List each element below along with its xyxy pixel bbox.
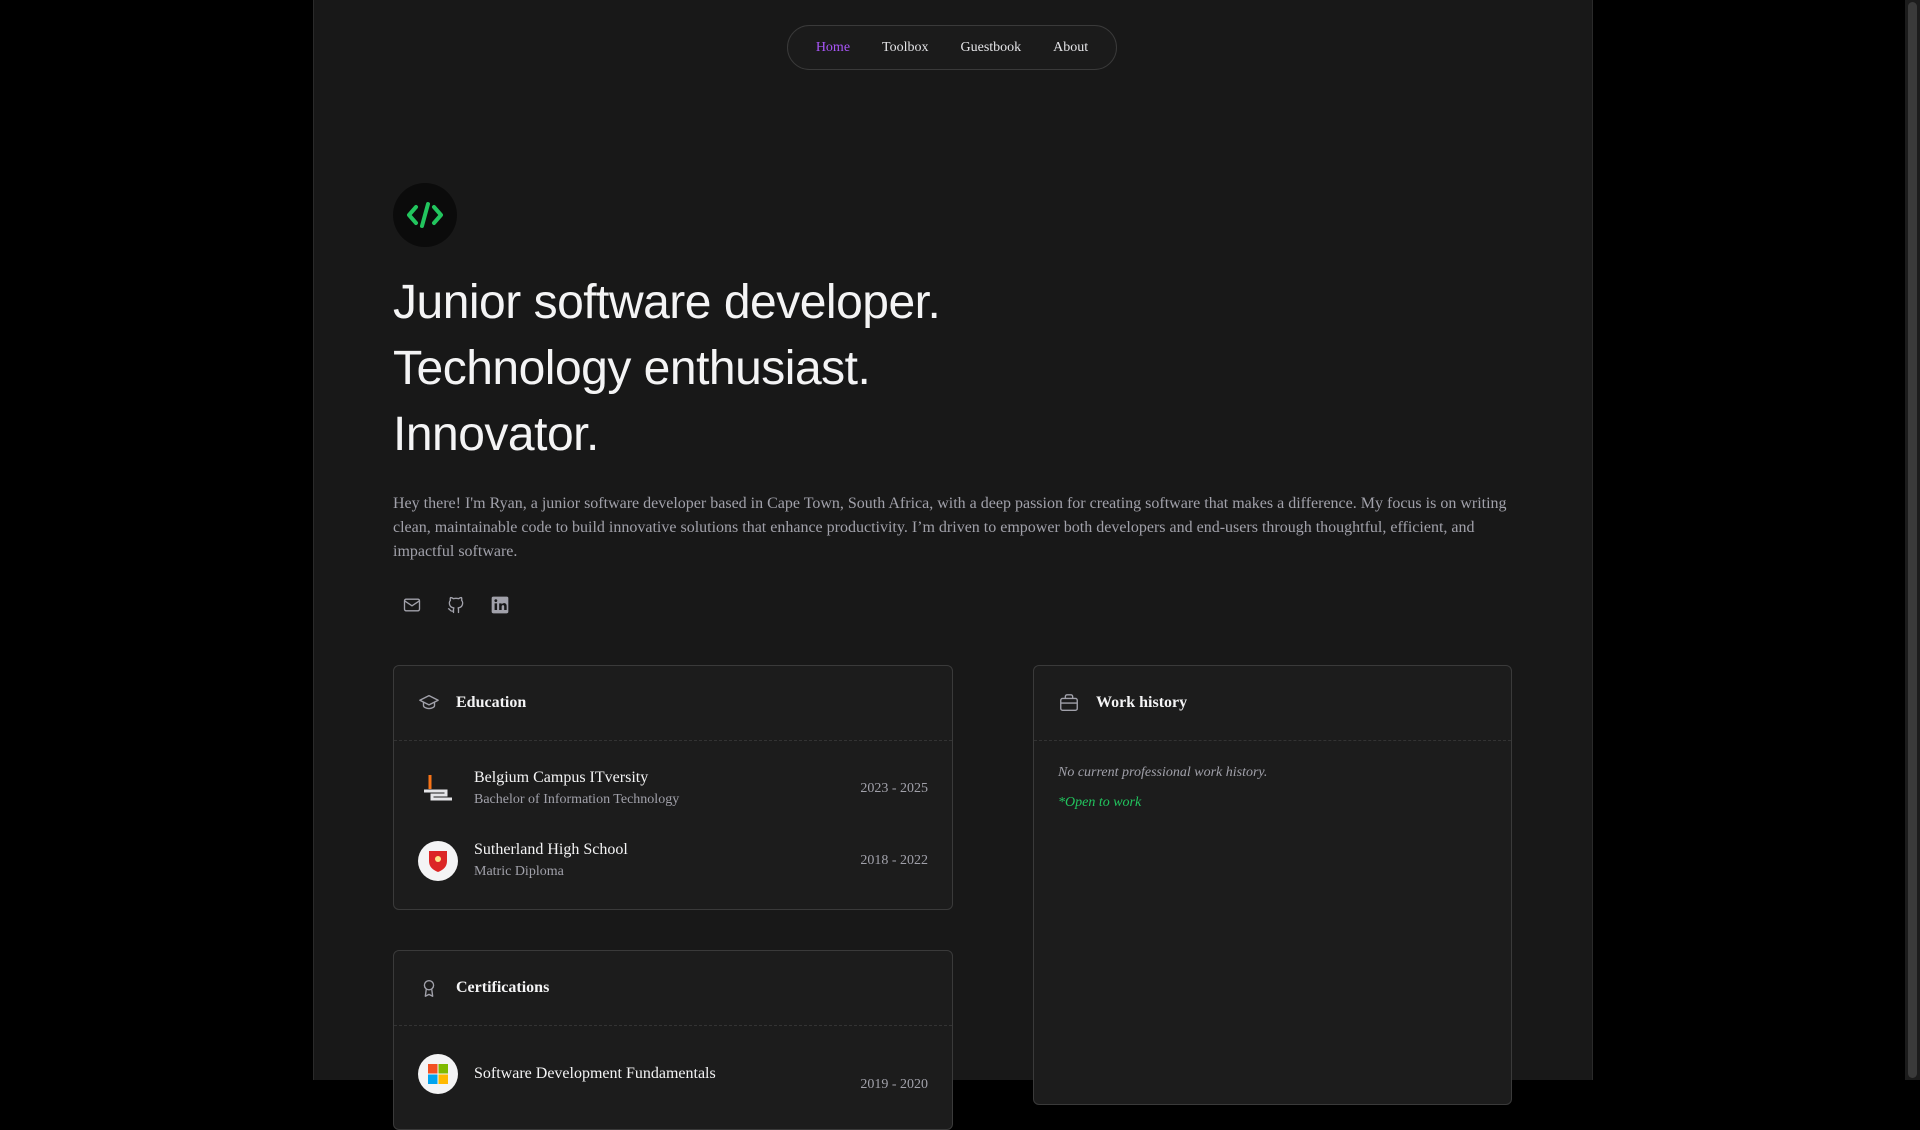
education-header: Education (394, 666, 952, 741)
certifications-title: Certifications (456, 979, 550, 996)
belgium-campus-logo (418, 769, 458, 809)
graduation-cap-icon (419, 694, 439, 710)
open-to-work-text: *Open to work (1058, 795, 1142, 810)
certification-item: Software Development Fundamentals 2019 -… (418, 1049, 928, 1099)
certifications-header: Certifications (394, 951, 952, 1026)
nav-item-about[interactable]: About (1037, 40, 1104, 56)
education-title: Education (456, 694, 527, 711)
scrollbar-thumb[interactable] (1908, 2, 1917, 1078)
date-range: 2018 - 2022 (860, 853, 928, 868)
education-item: Sutherland High School Matric Diploma 20… (418, 836, 928, 886)
nav-item-toolbox[interactable]: Toolbox (866, 40, 944, 56)
school-name: Belgium Campus ITversity (474, 769, 649, 786)
github-icon[interactable] (446, 595, 466, 615)
award-icon (423, 979, 435, 997)
education-card: Education Belgium Campus ITversity Bache… (393, 665, 953, 910)
school-name: Sutherland High School (474, 841, 628, 858)
nav-item-guestbook[interactable]: Guestbook (945, 40, 1038, 56)
date-range: 2019 - 2020 (860, 1077, 928, 1092)
briefcase-icon (1060, 694, 1078, 712)
work-history-card: Work history No current professional wor… (1033, 665, 1512, 1105)
headline-line: Technology enthusiast. (393, 342, 871, 395)
intro-paragraph: Hey there! I'm Ryan, a junior software d… (393, 495, 1507, 560)
hero-headline: Junior software developer. Technology en… (393, 270, 1293, 468)
sutherland-crest-logo (418, 841, 458, 881)
certifications-card: Certifications Software Development Fund… (393, 950, 953, 1130)
date-range: 2023 - 2025 (860, 781, 928, 796)
top-nav: Home Toolbox Guestbook About (787, 25, 1117, 70)
degree: Bachelor of Information Technology (474, 792, 680, 807)
headline-line: Junior software developer. (393, 276, 941, 329)
work-history-header: Work history (1034, 666, 1511, 741)
degree: Matric Diploma (474, 864, 564, 879)
headline-line: Innovator. (393, 408, 599, 461)
no-work-history-text: No current professional work history. (1058, 765, 1268, 780)
microsoft-logo (418, 1054, 458, 1094)
scrollbar[interactable] (1905, 0, 1920, 1080)
nav-item-home[interactable]: Home (800, 40, 866, 56)
education-item: Belgium Campus ITversity Bachelor of Inf… (418, 764, 928, 814)
certification-name: Software Development Fundamentals (474, 1065, 716, 1082)
mail-icon[interactable] (402, 595, 422, 615)
work-history-title: Work history (1096, 694, 1188, 711)
logo (393, 183, 457, 247)
code-slash-icon (407, 202, 443, 228)
social-links (402, 595, 510, 615)
linkedin-icon[interactable] (490, 595, 510, 615)
